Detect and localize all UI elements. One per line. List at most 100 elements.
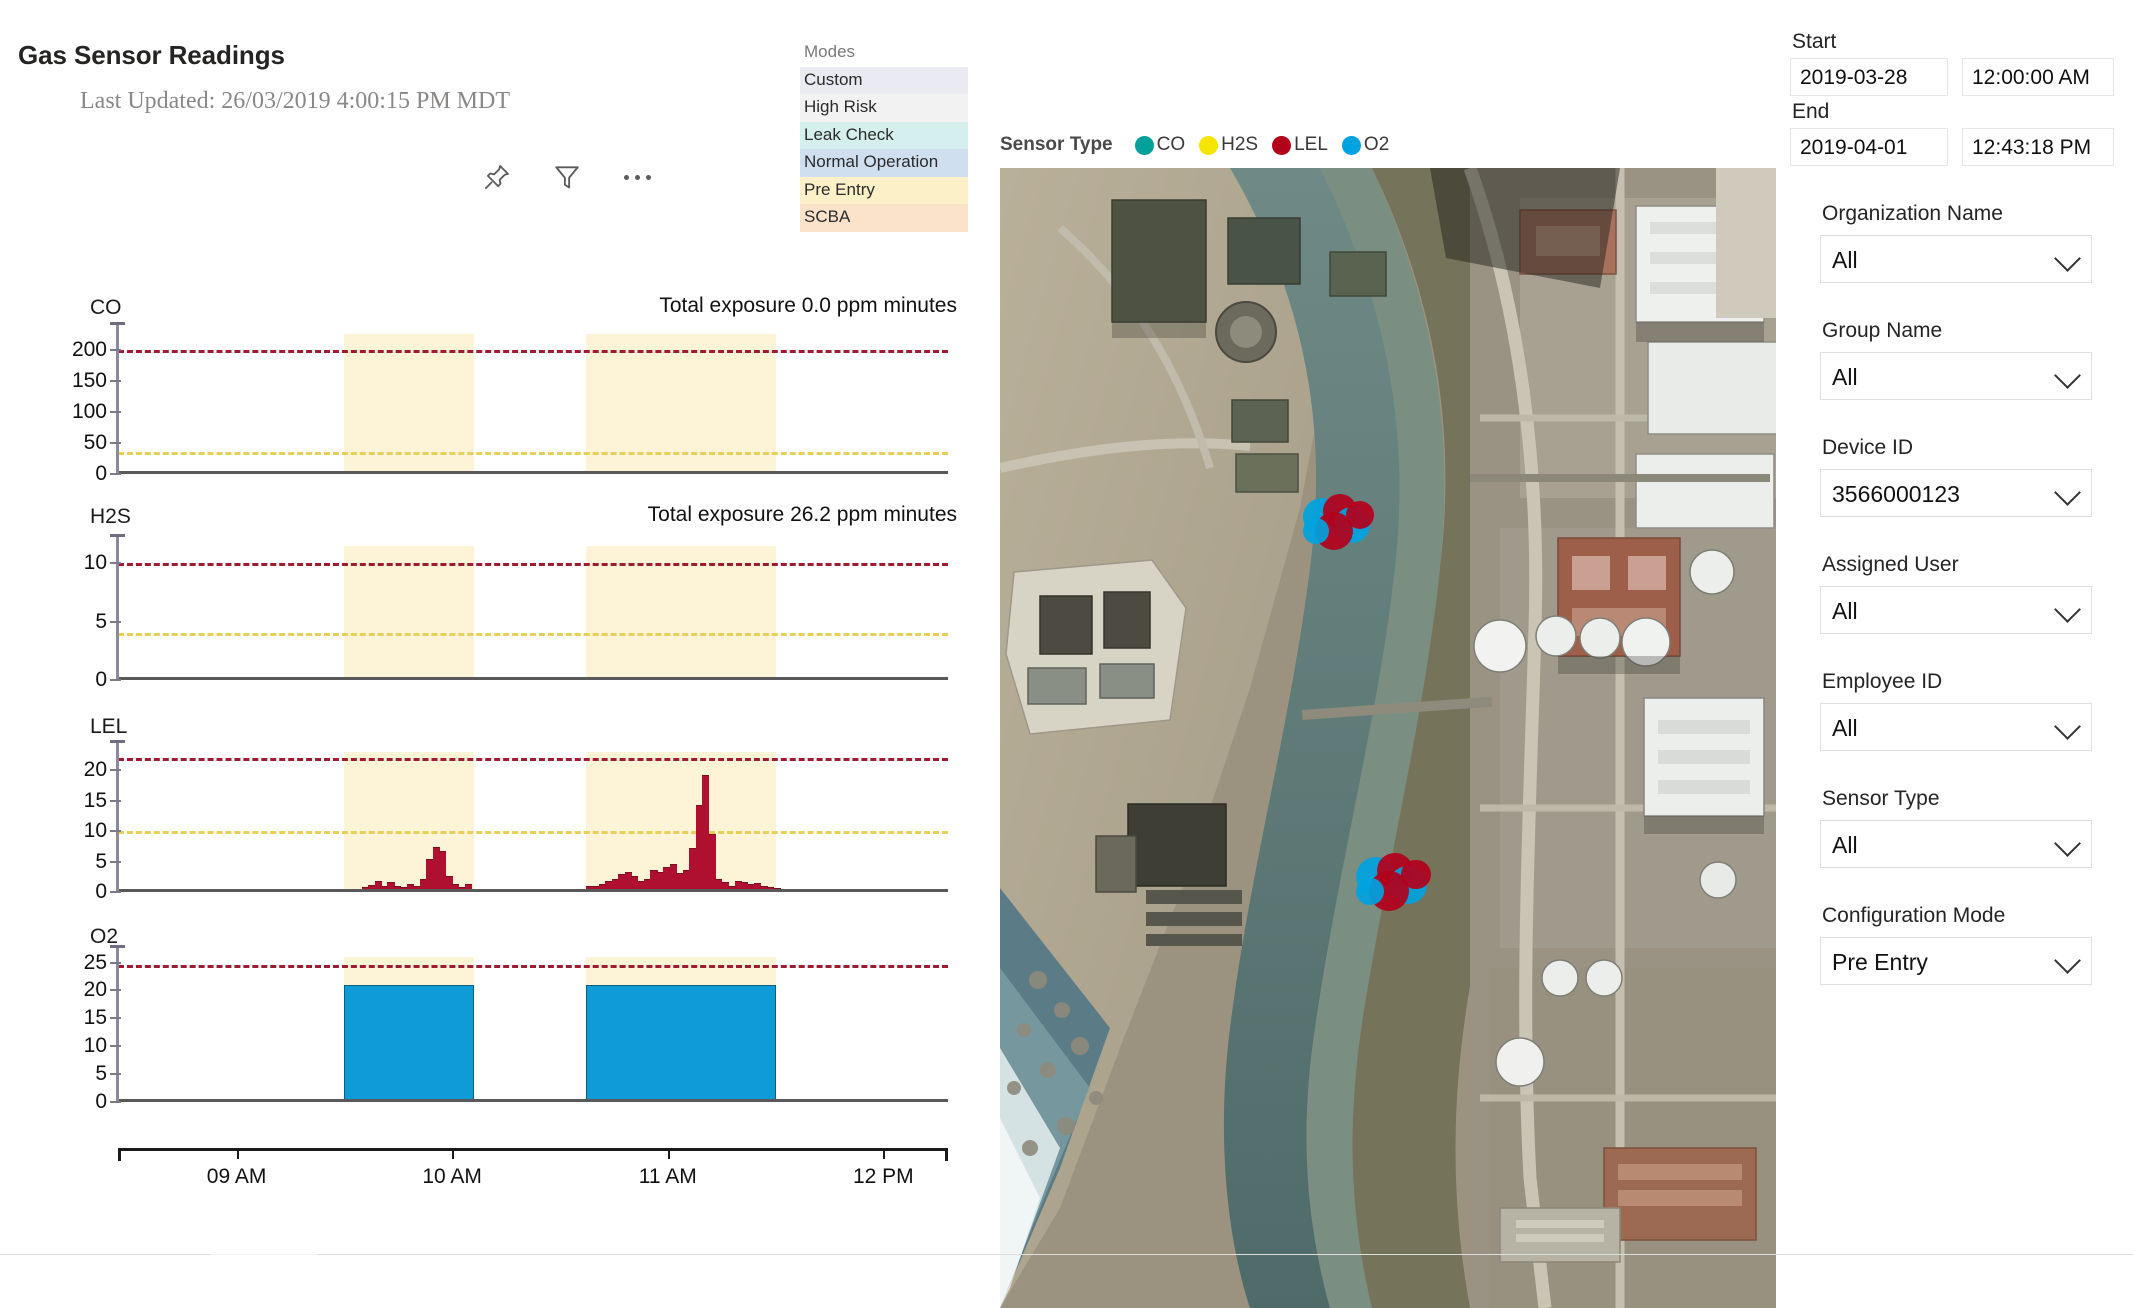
modes-legend-item-normal-operation[interactable]: Normal Operation xyxy=(800,149,968,177)
dropdown-configuration-mode[interactable]: Pre Entry xyxy=(1820,937,2092,985)
dropdown-device-id[interactable]: 3566000123 xyxy=(1820,469,2092,517)
sensor-swatch-lel-icon xyxy=(1272,135,1292,155)
plot-area-o2[interactable] xyxy=(118,957,948,1102)
axis-baseline xyxy=(118,1099,948,1102)
y-tick-mark xyxy=(110,1045,121,1048)
modes-legend-item-leak-check[interactable]: Leak Check xyxy=(800,121,968,150)
end-datetime-row: 2019-04-01 12:43:18 PM xyxy=(1790,128,2120,166)
y-tick-label: 0 xyxy=(95,462,121,486)
filter-label: Configuration Mode xyxy=(1822,904,2006,927)
dropdown-organization-name[interactable]: All xyxy=(1820,235,2092,283)
start-date-field[interactable]: 2019-03-28 xyxy=(1790,58,1948,96)
alarm-high-line xyxy=(118,563,948,567)
x-axis-endcap xyxy=(118,1148,121,1161)
gas-readings-visual: Gas Sensor Readings Last Updated: 26/03/… xyxy=(0,0,975,1240)
filter-icon[interactable] xyxy=(550,160,584,194)
end-label: End xyxy=(1792,100,1830,123)
filter-group-group-name: Group Name All xyxy=(1790,319,2120,400)
sensor-legend-item-o2[interactable]: O2 xyxy=(1341,134,1390,156)
modes-legend-item-pre-entry[interactable]: Pre Entry xyxy=(800,176,968,205)
y-tick-mark xyxy=(110,348,121,351)
y-tick-label: 5 xyxy=(95,610,121,634)
map-marker-o2[interactable] xyxy=(1303,518,1329,544)
y-axis-lel: 0 5 10 15 20 xyxy=(84,740,125,903)
chart-title-co: CO xyxy=(90,296,122,319)
chevron-down-icon xyxy=(2054,362,2081,389)
plot-area-co[interactable] xyxy=(118,334,948,474)
x-tick-label: 12 PM xyxy=(852,1165,914,1188)
map-marker-lel[interactable] xyxy=(1401,859,1431,890)
total-exposure-co: Total exposure 0.0 ppm minutes xyxy=(659,294,957,317)
x-tick-mark xyxy=(667,1148,670,1159)
y-axis-cap xyxy=(110,740,125,743)
x-axis-line xyxy=(118,1148,948,1151)
sensor-legend-item-h2s[interactable]: H2S xyxy=(1199,134,1258,156)
chart-title-h2s: H2S xyxy=(90,505,131,528)
modes-legend-item-high-risk[interactable]: High Risk xyxy=(800,94,968,122)
filter-label: Organization Name xyxy=(1822,202,2003,225)
start-label: Start xyxy=(1792,30,1837,53)
sensor-legend-label: CO xyxy=(1156,134,1186,155)
end-time-field[interactable]: 12:43:18 PM xyxy=(1962,128,2114,166)
more-options-icon[interactable] xyxy=(620,160,654,194)
dropdown-value: All xyxy=(1832,598,1858,624)
y-tick-mark xyxy=(110,961,121,964)
y-tick-label: 150 xyxy=(72,369,121,393)
y-tick-label: 0 xyxy=(95,880,121,904)
x-tick-label: 09 AM xyxy=(206,1165,267,1188)
sensor-legend-item-co[interactable]: CO xyxy=(1134,134,1186,156)
start-time-field[interactable]: 12:00:00 AM xyxy=(1962,58,2114,96)
modes-legend-item-scba[interactable]: SCBA xyxy=(800,204,968,232)
chevron-down-icon xyxy=(2054,947,2081,974)
dropdown-sensor-type[interactable]: All xyxy=(1820,820,2092,868)
series-o2 xyxy=(118,957,948,1102)
chevron-down-icon xyxy=(2054,479,2081,506)
o2-bar xyxy=(585,984,776,1102)
y-tick-mark xyxy=(110,410,121,413)
y-tick-label: 20 xyxy=(84,978,121,1002)
dropdown-value: Pre Entry xyxy=(1832,949,1928,975)
sensor-swatch-o2-icon xyxy=(1341,135,1361,155)
y-tick-mark xyxy=(110,379,121,382)
dropdown-employee-id[interactable]: All xyxy=(1820,703,2092,751)
pin-icon[interactable] xyxy=(480,160,514,194)
filter-group-organization-name: Organization Name All xyxy=(1790,202,2120,283)
y-tick-mark xyxy=(110,860,121,863)
y-tick-mark xyxy=(110,830,121,833)
modes-legend: Modes Custom High Risk Leak Check Normal Op… xyxy=(800,40,968,232)
filter-dropdowns: Organization Name All Group Name All Device … xyxy=(1790,202,2120,985)
modes-legend-item-custom[interactable]: Custom xyxy=(800,67,968,95)
page-title: Gas Sensor Readings xyxy=(18,40,285,70)
y-axis-cap xyxy=(110,945,125,948)
x-tick-mark xyxy=(452,1148,455,1159)
plot-area-h2s[interactable] xyxy=(118,546,948,680)
satellite-map[interactable] xyxy=(1000,168,1776,1308)
filter-group-configuration-mode: Configuration Mode Pre Entry xyxy=(1790,904,2120,985)
filter-group-employee-id: Employee ID All xyxy=(1790,670,2120,751)
sensor-legend-label: O2 xyxy=(1363,134,1390,155)
chevron-down-icon xyxy=(2054,245,2081,272)
axis-baseline xyxy=(118,889,948,892)
y-tick-mark xyxy=(110,1101,121,1103)
map-marker-lel[interactable] xyxy=(1346,501,1374,529)
y-tick-label: 10 xyxy=(84,819,121,843)
o2-bar xyxy=(344,984,474,1102)
map-marker-o2[interactable] xyxy=(1356,877,1384,906)
y-tick-mark xyxy=(110,620,121,623)
dropdown-assigned-user[interactable]: All xyxy=(1820,586,2092,634)
sensor-legend-item-lel[interactable]: LEL xyxy=(1272,134,1328,156)
y-tick-mark xyxy=(110,562,121,565)
y-tick-mark xyxy=(110,441,121,444)
end-date-field[interactable]: 2019-04-01 xyxy=(1790,128,1948,166)
dropdown-value: 3566000123 xyxy=(1832,481,1960,507)
filter-label: Sensor Type xyxy=(1822,787,1940,810)
y-tick-label: 100 xyxy=(72,400,121,424)
y-axis-co: 0 50 100 150 200 xyxy=(72,322,125,485)
bottom-divider xyxy=(0,1254,2133,1255)
dropdown-group-name[interactable]: All xyxy=(1820,352,2092,400)
x-tick-label: 11 AM xyxy=(638,1165,697,1188)
sensor-legend-title: Sensor Type xyxy=(1000,134,1113,155)
sensor-legend-items: CO H2S LEL O2 xyxy=(1134,134,1390,156)
x-tick-mark xyxy=(883,1148,886,1159)
plot-area-lel[interactable] xyxy=(118,752,948,892)
